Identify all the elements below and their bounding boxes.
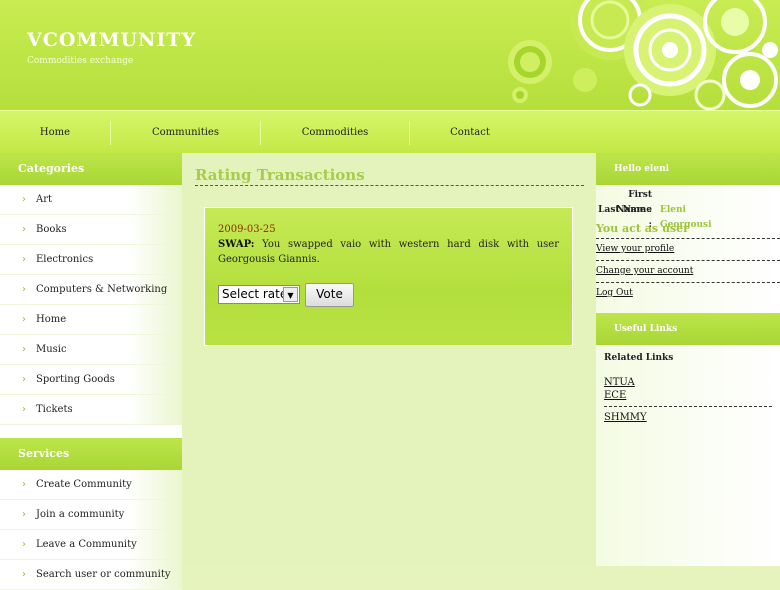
category-label: Books <box>36 224 67 235</box>
site-header: VCOMMUNITY Commodities exchange <box>0 0 780 110</box>
category-label: Art <box>36 194 53 205</box>
service-label: Join a community <box>36 509 125 520</box>
chevron-right-icon: › <box>22 539 26 550</box>
category-item-tickets[interactable]: › Tickets <box>0 395 182 425</box>
page-title: Rating Transactions <box>195 166 584 186</box>
chevron-right-icon: › <box>22 344 26 355</box>
service-label: Search user or community <box>36 569 171 580</box>
vote-button-label: Vote <box>316 287 343 301</box>
transaction-type: SWAP: <box>218 239 255 250</box>
chevron-right-icon: › <box>22 224 26 235</box>
related-link-ntua[interactable]: NTUA <box>596 376 780 389</box>
rate-select-value: Select rate <box>222 287 288 301</box>
category-label: Home <box>36 314 67 325</box>
nav-contact[interactable]: Contact <box>410 111 530 154</box>
category-label: Computers & Networking <box>36 284 168 295</box>
related-link-shmmy[interactable]: SHMMY <box>596 411 780 424</box>
chevron-right-icon: › <box>22 254 26 265</box>
nav-communities[interactable]: Communities <box>111 111 260 154</box>
services-heading: Services <box>0 438 182 470</box>
transaction-date: 2009-03-25 <box>218 224 276 235</box>
site-tagline: Commodities exchange <box>27 56 134 66</box>
role-label: You act as user <box>596 222 689 235</box>
left-sidebar: Categories › Art › Books › Electronics › Com… <box>0 153 182 590</box>
logout-link[interactable]: Log Out <box>596 282 780 304</box>
vote-button[interactable]: Vote <box>305 283 354 307</box>
service-item-create-community[interactable]: › Create Community <box>0 470 182 500</box>
view-profile-link[interactable]: View your profile <box>596 238 780 260</box>
category-label: Sporting Goods <box>36 374 115 385</box>
right-sidebar: Hello eleni First Name : Eleni Last Name … <box>596 153 780 566</box>
category-item-home[interactable]: › Home <box>0 305 182 335</box>
rate-select[interactable]: Select rate ▼ <box>218 285 300 304</box>
service-item-search[interactable]: › Search user or community <box>0 560 182 590</box>
related-links-title: Related Links <box>604 353 674 363</box>
service-item-leave-community[interactable]: › Leave a Community <box>0 530 182 560</box>
change-account-link[interactable]: Change your account <box>596 260 780 282</box>
chevron-right-icon: › <box>22 404 26 415</box>
transaction-description: SWAP: You swapped vaio with western hard… <box>218 237 559 267</box>
category-item-sporting-goods[interactable]: › Sporting Goods <box>0 365 182 395</box>
section-spacer <box>0 425 182 438</box>
categories-heading: Categories <box>0 153 182 185</box>
chevron-down-icon: ▼ <box>283 287 298 302</box>
category-label: Music <box>36 344 67 355</box>
site-logo[interactable]: VCOMMUNITY <box>27 29 196 51</box>
category-item-computers[interactable]: › Computers & Networking <box>0 275 182 305</box>
user-info: First Name : Eleni Last Name : Georgousi <box>596 188 780 230</box>
account-links: View your profile Change your account Lo… <box>596 238 780 304</box>
decorative-swirl-graphic <box>508 0 778 110</box>
chevron-right-icon: › <box>22 509 26 520</box>
nav-home[interactable]: Home <box>0 111 110 154</box>
service-item-join-community[interactable]: › Join a community <box>0 500 182 530</box>
related-link-ece[interactable]: ECE <box>596 389 780 402</box>
links-divider <box>604 406 772 407</box>
nav-commodities[interactable]: Commodities <box>261 111 409 154</box>
transaction-card: 2009-03-25 SWAP: You swapped vaio with w… <box>204 207 573 346</box>
category-label: Tickets <box>36 404 73 415</box>
user-greeting: Hello eleni <box>596 153 780 185</box>
category-item-books[interactable]: › Books <box>0 215 182 245</box>
main-nav: Home Communities Commodities Contact <box>0 110 780 154</box>
chevron-right-icon: › <box>22 314 26 325</box>
service-label: Leave a Community <box>36 539 137 550</box>
main-content: Rating Transactions 2009-03-25 SWAP: You… <box>182 153 596 566</box>
category-item-electronics[interactable]: › Electronics <box>0 245 182 275</box>
category-item-music[interactable]: › Music <box>0 335 182 365</box>
category-label: Electronics <box>36 254 94 265</box>
chevron-right-icon: › <box>22 374 26 385</box>
transaction-text: You swapped vaio with western hard disk … <box>218 239 559 265</box>
last-name-row: Last Name : Georgousi <box>596 203 780 230</box>
service-label: Create Community <box>36 479 132 490</box>
chevron-right-icon: › <box>22 284 26 295</box>
category-item-art[interactable]: › Art <box>0 185 182 215</box>
chevron-right-icon: › <box>22 479 26 490</box>
related-links: NTUA ECE SHMMY <box>596 376 780 424</box>
chevron-right-icon: › <box>22 569 26 580</box>
useful-links-heading: Useful Links <box>596 313 780 345</box>
chevron-right-icon: › <box>22 194 26 205</box>
first-name-row: First Name : Eleni <box>596 188 780 215</box>
